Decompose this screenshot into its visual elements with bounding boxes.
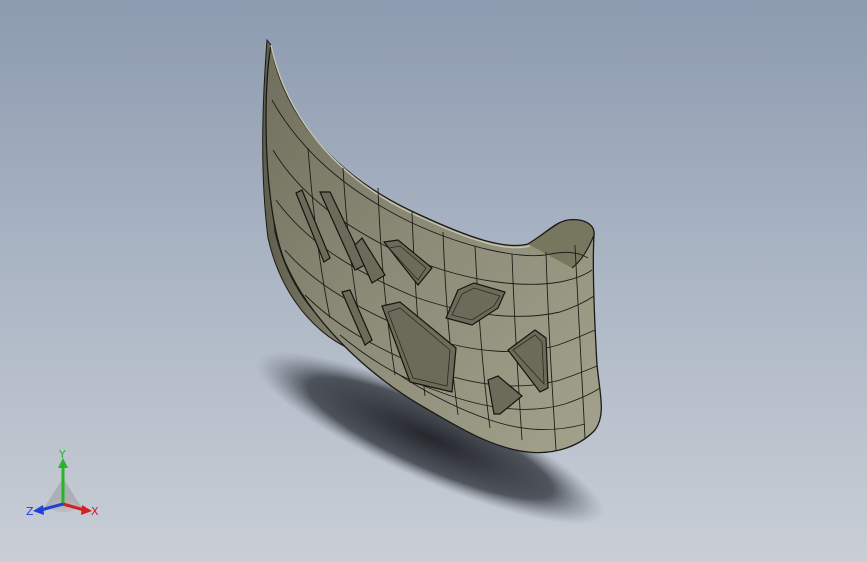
model-scene[interactable] — [0, 0, 867, 562]
reference-triad[interactable]: Y X Z — [24, 448, 104, 524]
y-axis-label: Y — [58, 448, 66, 461]
graphics-viewport[interactable]: Y X Z — [0, 0, 867, 562]
z-axis-label: Z — [26, 505, 34, 518]
x-axis-label: X — [91, 505, 99, 518]
